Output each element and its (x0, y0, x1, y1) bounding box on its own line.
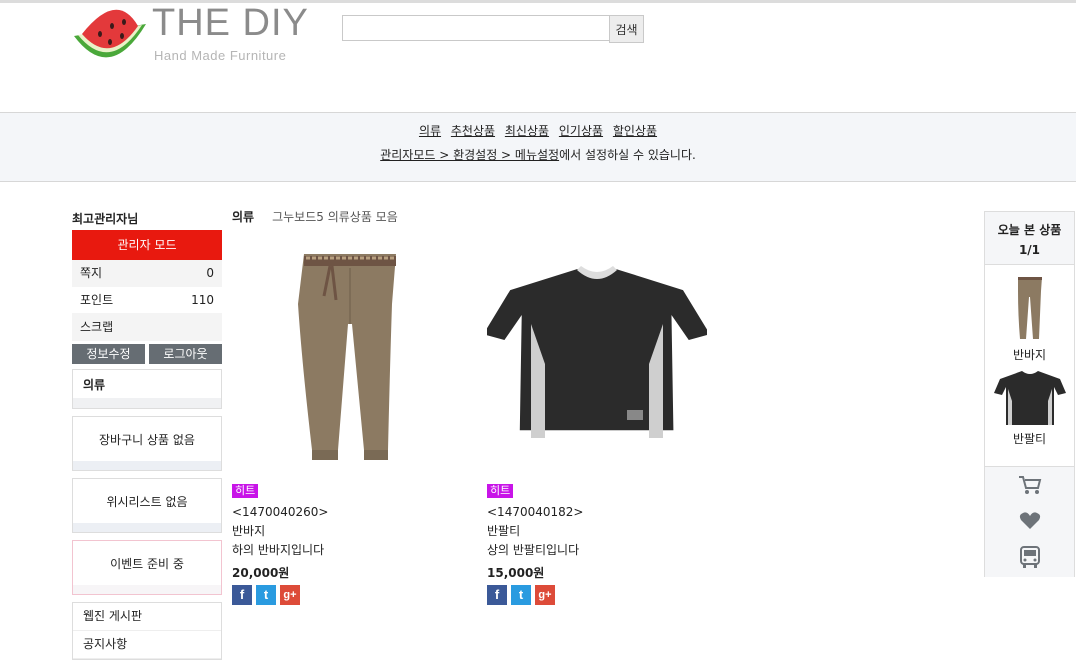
search-button[interactable]: 검색 (609, 15, 644, 43)
today-viewed-count: 1/1 (1018, 243, 1041, 257)
product-description: 하의 반바지입니다 (232, 543, 325, 557)
stat-scrap[interactable]: 스크랩 (72, 314, 222, 341)
google-plus-icon[interactable]: g+ (280, 585, 300, 605)
nav-link-clothing[interactable]: 의류 (419, 124, 441, 138)
product-code: <1470040260> (232, 505, 329, 519)
facebook-icon[interactable]: f (232, 585, 252, 605)
stat-label: 포인트 (80, 293, 114, 307)
viewed-item[interactable]: 반바지 (985, 265, 1074, 363)
today-viewed-title: 오늘 본 상품 (997, 223, 1062, 237)
page-title: 의류 (232, 210, 255, 224)
stat-value: 110 (191, 293, 214, 307)
category-nav: 의류 추천상품 최신상품 인기상품 할인상품 관리자모드 > 환경설정 > 메뉴… (0, 112, 1076, 182)
category-box-footer (73, 398, 221, 408)
stat-memo[interactable]: 쪽지 0 (72, 260, 222, 287)
board-list: 웹진 게시판 공지사항 (72, 602, 222, 660)
wishlist-box: 위시리스트 없음 (72, 478, 222, 533)
hit-badge: 히트 (232, 484, 259, 498)
event-box: 이벤트 준비 중 (72, 540, 222, 595)
menu-setting-link[interactable]: 관리자모드 > 환경설정 > 메뉴설정 (380, 148, 559, 162)
nav-link-newest[interactable]: 최신상품 (505, 124, 549, 138)
product-card[interactable]: 히트 <1470040260> 반바지 하의 반바지입니다 20,000원 f … (232, 244, 452, 605)
watermelon-logo-icon (74, 9, 146, 58)
viewed-item[interactable]: 반팔티 (985, 363, 1074, 447)
search-form: 검색 (342, 15, 644, 43)
product-image-tshirt[interactable] (483, 244, 710, 472)
twitter-icon[interactable]: t (511, 585, 531, 605)
logout-button[interactable]: 로그아웃 (149, 344, 222, 364)
board-link-notice[interactable]: 공지사항 (73, 631, 221, 659)
facebook-icon[interactable]: f (487, 585, 507, 605)
admin-mode-button[interactable]: 관리자 모드 (72, 230, 222, 260)
pants-thumb-icon (1017, 277, 1042, 339)
stat-label: 스크랩 (80, 320, 114, 334)
account-buttons: 정보수정 로그아웃 (72, 344, 222, 364)
share-buttons: f t g+ (487, 585, 707, 605)
stat-label: 쪽지 (80, 266, 103, 280)
stat-point[interactable]: 포인트 110 (72, 287, 222, 314)
viewed-item-name: 반바지 (1012, 348, 1047, 362)
product-card[interactable]: 히트 <1470040182> 반팔티 상의 반팔티입니다 15,000원 f … (483, 244, 710, 605)
breadcrumb: 의류 그누보드5 의류상품 모음 (232, 208, 398, 225)
product-name[interactable]: 반팔티 (487, 522, 707, 541)
wishlist-empty-text: 위시리스트 없음 (106, 495, 188, 509)
product-code: <1470040182> (487, 505, 584, 519)
category-links: 의류 추천상품 최신상품 인기상품 할인상품 (0, 122, 1076, 139)
bus-icon[interactable] (985, 539, 1074, 575)
product-description: 상의 반팔티입니다 (487, 543, 580, 557)
tshirt-thumb-icon (993, 371, 1066, 425)
left-sidebar: 최고관리자님 관리자 모드 쪽지 0 포인트 110 스크랩 정보수정 로그아웃… (72, 210, 222, 660)
nav-link-recommended[interactable]: 추천상품 (451, 124, 495, 138)
share-buttons: f t g+ (232, 585, 452, 605)
menu-setting-text: 에서 설정하실 수 있습니다. (559, 148, 696, 162)
pants-image-icon (298, 254, 396, 460)
heart-icon[interactable] (985, 503, 1074, 539)
cart-icon[interactable] (985, 467, 1074, 503)
today-viewed-header: 오늘 본 상품 1/1 (985, 212, 1074, 265)
logo-subtitle: Hand Made Furniture (154, 48, 287, 63)
board-link-webzine[interactable]: 웹진 게시판 (73, 603, 221, 631)
cart-empty-text: 장바구니 상품 없음 (99, 433, 195, 447)
logo-title: THE DIY (152, 2, 309, 44)
category-item-clothing[interactable]: 의류 (73, 370, 221, 398)
product-price: 20,000원 (232, 566, 290, 580)
wishlist-box-footer (73, 523, 221, 532)
nav-link-popular[interactable]: 인기상품 (559, 124, 603, 138)
tshirt-image-icon (483, 266, 710, 438)
viewed-item-name: 반팔티 (1012, 432, 1047, 446)
today-viewed-widget: 오늘 본 상품 1/1 반바지 반팔티 (984, 211, 1075, 577)
category-box: 의류 (72, 369, 222, 409)
quick-icons (985, 466, 1074, 577)
hit-badge: 히트 (487, 484, 514, 498)
event-text: 이벤트 준비 중 (110, 557, 184, 571)
product-price: 15,000원 (487, 566, 545, 580)
search-input[interactable] (342, 15, 618, 41)
cart-box: 장바구니 상품 없음 (72, 416, 222, 471)
event-box-footer (73, 585, 221, 594)
cart-box-footer (73, 461, 221, 470)
stat-value: 0 (206, 266, 214, 280)
username: 최고관리자님 (72, 212, 139, 226)
menu-setting-note: 관리자모드 > 환경설정 > 메뉴설정에서 설정하실 수 있습니다. (0, 146, 1076, 163)
product-name[interactable]: 반바지 (232, 522, 452, 541)
product-image-pants[interactable] (232, 244, 452, 472)
twitter-icon[interactable]: t (256, 585, 276, 605)
site-logo[interactable]: THE DIY Hand Made Furniture (72, 2, 322, 66)
google-plus-icon[interactable]: g+ (535, 585, 555, 605)
nav-link-discount[interactable]: 할인상품 (613, 124, 657, 138)
page-subtitle: 그누보드5 의류상품 모음 (272, 210, 398, 224)
edit-info-button[interactable]: 정보수정 (72, 344, 145, 364)
